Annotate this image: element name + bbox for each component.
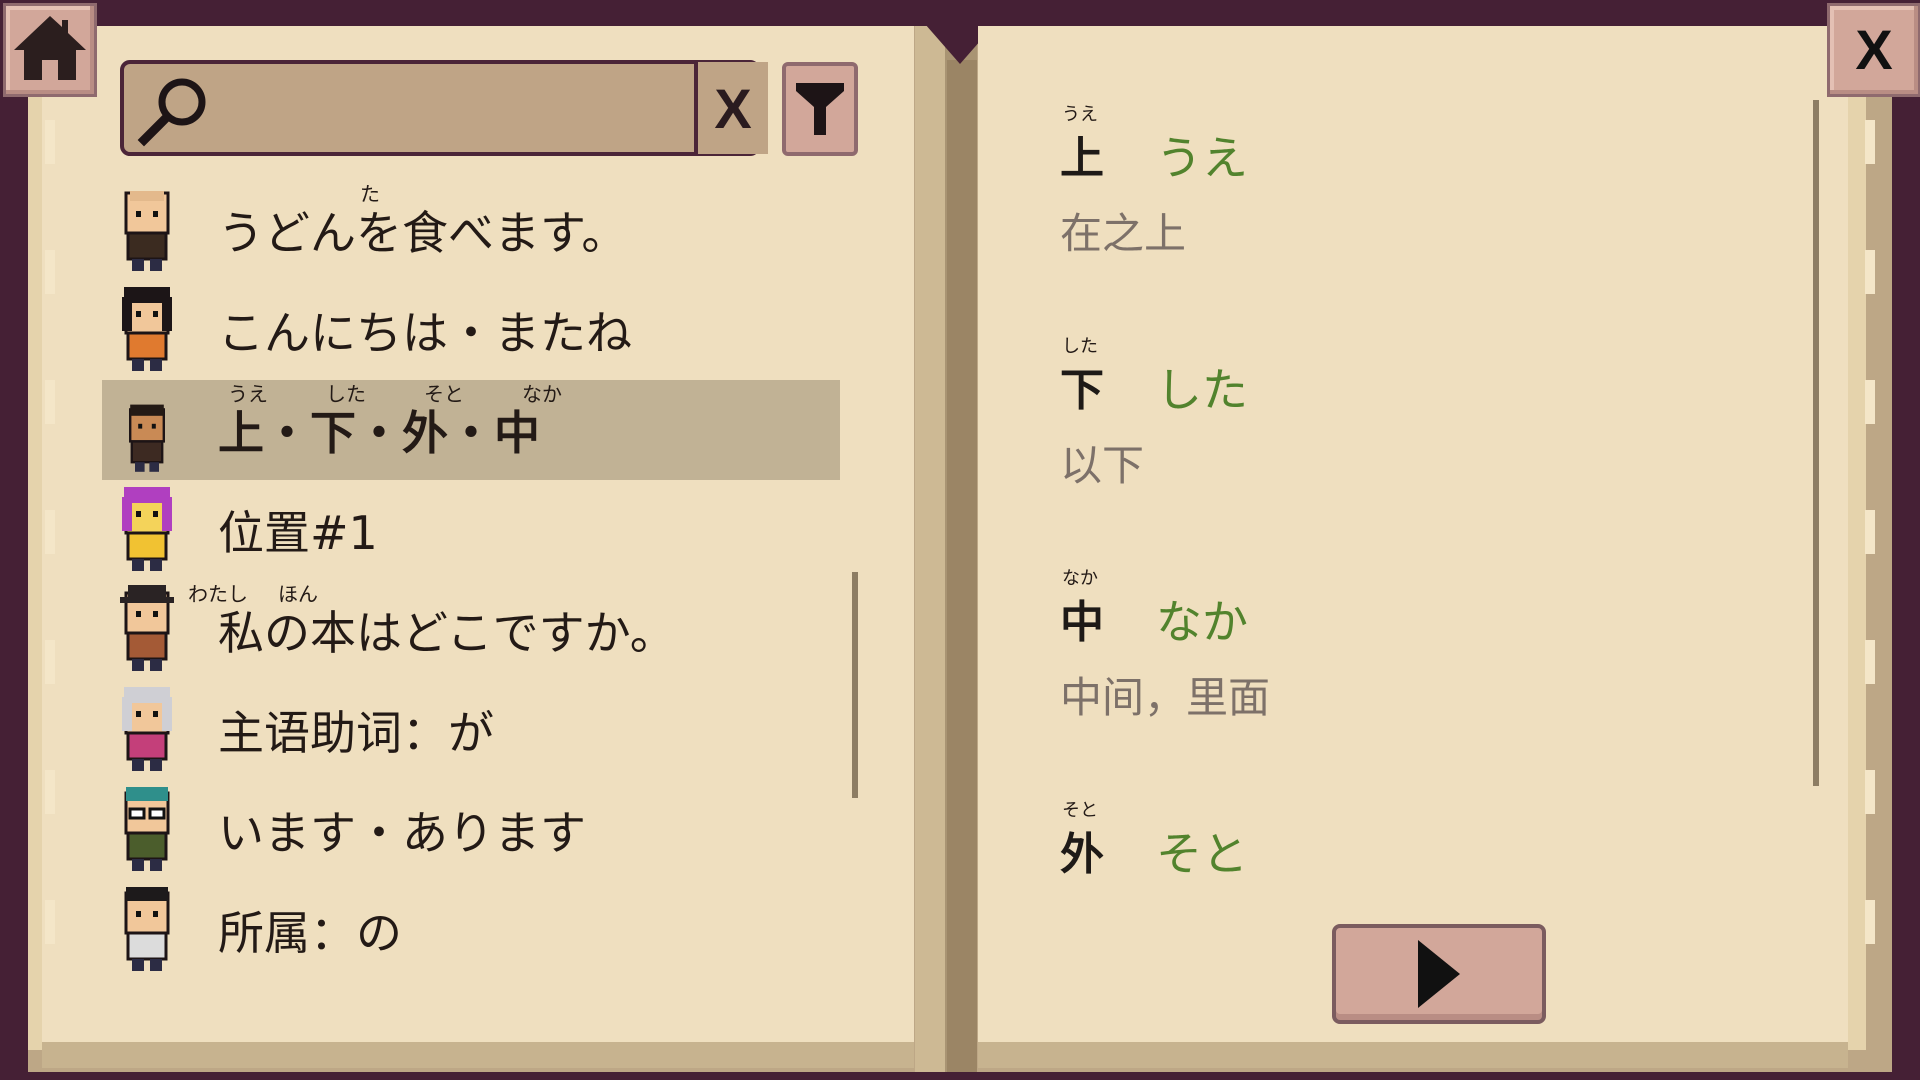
- lesson-row[interactable]: うどんを食べます。た: [102, 180, 840, 280]
- lesson-title: 所属：の: [218, 906, 402, 960]
- search-bar: [120, 60, 760, 156]
- left-page-bottom: [42, 1040, 914, 1068]
- old-man-avatar: [112, 885, 182, 975]
- lesson-row[interactable]: 所属：の: [102, 880, 840, 980]
- page-edge-mark: [45, 510, 55, 554]
- black-hair-girl-avatar: [112, 285, 182, 375]
- right-page-bottom: [978, 1040, 1848, 1068]
- lesson-row[interactable]: います・あります: [102, 780, 840, 880]
- vocabulary-page: [978, 26, 1848, 1042]
- vocab-reading: なか: [1156, 595, 1248, 649]
- search-input[interactable]: [214, 76, 658, 142]
- home-icon: [14, 16, 86, 80]
- magnifier-icon: [137, 78, 206, 147]
- page-edge-mark: [45, 380, 55, 424]
- page-edge-mark: [1865, 770, 1875, 814]
- purple-hair-avatar: [112, 485, 182, 575]
- vocab-kanji: 上: [1060, 133, 1104, 184]
- funnel-icon: [796, 83, 844, 135]
- clear-search-button[interactable]: X: [694, 62, 768, 154]
- vocab-meaning: 中间，里面: [1060, 673, 1271, 722]
- furigana: わたし: [188, 582, 248, 606]
- lesson-row[interactable]: 主语助词：が: [102, 680, 840, 780]
- vocab-kanji: 外: [1060, 829, 1104, 880]
- home-button[interactable]: [3, 3, 97, 97]
- grandma-avatar: [112, 685, 182, 775]
- vocab-kanji: 中: [1060, 597, 1104, 648]
- furigana: うえ: [228, 382, 268, 406]
- lesson-row[interactable]: 私の本はどこですか。 わたし ほん: [102, 580, 840, 680]
- close-button[interactable]: X: [1827, 3, 1920, 97]
- furigana: ほん: [278, 582, 318, 606]
- vocab-meaning: 在之上: [1060, 209, 1187, 258]
- page-edge-mark: [1865, 900, 1875, 944]
- page-edge-mark: [1865, 120, 1875, 164]
- filter-button[interactable]: [782, 62, 858, 156]
- spine-right-fold: [947, 60, 977, 1072]
- page-edge-mark: [45, 640, 55, 684]
- vocab-reading: した: [1156, 363, 1248, 417]
- page-edge-mark: [45, 120, 55, 164]
- clear-search-label: X: [714, 76, 752, 140]
- page-edge-mark: [1865, 380, 1875, 424]
- next-button[interactable]: [1332, 924, 1546, 1024]
- furigana: した: [326, 382, 366, 406]
- furigana: そと: [424, 382, 464, 406]
- furigana: た: [360, 182, 380, 206]
- vocab-reading: そと: [1156, 827, 1248, 881]
- vocab-reading: うえ: [1156, 131, 1248, 185]
- page-edge-mark: [45, 770, 55, 814]
- hat-man-avatar: [112, 585, 182, 675]
- page-edge-mark: [1865, 510, 1875, 554]
- lesson-list: うどんを食べます。た こんにちは・またね 上・下・外・中 うえ した そと なか 位: [102, 180, 840, 980]
- vocab-kanji: 下: [1060, 365, 1104, 416]
- lesson-title: います・あります: [218, 806, 586, 860]
- lesson-title: 位置#1: [218, 506, 378, 560]
- vocabulary-scrollbar[interactable]: [1813, 100, 1819, 786]
- spine-left-fold: [915, 26, 945, 1072]
- lesson-title: 主语助词：が: [218, 706, 494, 760]
- lesson-row[interactable]: こんにちは・またね: [102, 280, 840, 380]
- small-boy-avatar: [112, 385, 182, 475]
- close-label: X: [1855, 18, 1893, 81]
- lesson-row[interactable]: 位置#1: [102, 480, 840, 580]
- lesson-title: うどんを食べます。: [218, 206, 628, 260]
- bald-man-avatar: [112, 185, 182, 275]
- page-edge-mark: [1865, 640, 1875, 684]
- lesson-title: こんにちは・またね: [218, 306, 632, 360]
- vocab-meaning: 以下: [1060, 441, 1145, 490]
- furigana: なか: [522, 382, 562, 406]
- lesson-list-scrollbar[interactable]: [852, 572, 858, 798]
- play-arrow-icon: [1418, 940, 1460, 1008]
- page-edge-mark: [1865, 250, 1875, 294]
- page-edge-mark: [45, 250, 55, 294]
- page-edge-mark: [45, 900, 55, 944]
- lesson-row[interactable]: 上・下・外・中 うえ した そと なか: [102, 380, 840, 480]
- teal-hair-glasses-avatar: [112, 785, 182, 875]
